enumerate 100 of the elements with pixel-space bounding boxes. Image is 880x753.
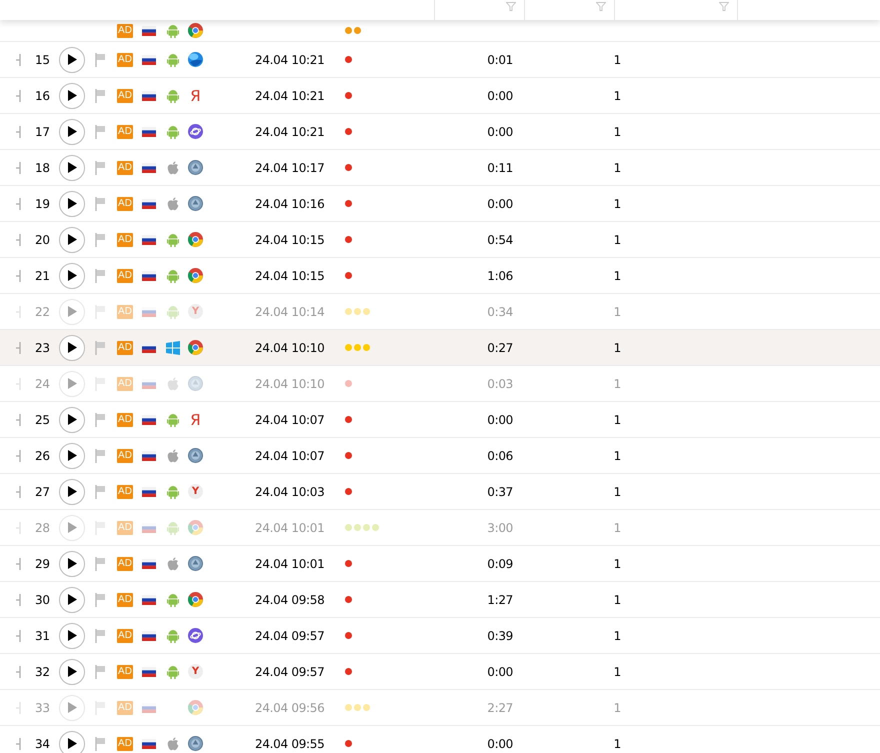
expand-icon[interactable] [16, 378, 22, 390]
row-number: 20 [35, 232, 50, 246]
expand-icon[interactable] [16, 234, 22, 246]
play-icon [67, 666, 77, 677]
flag-icon[interactable] [94, 232, 106, 246]
play-button[interactable] [59, 442, 85, 468]
play-button[interactable] [59, 478, 85, 504]
flag-icon[interactable] [94, 160, 106, 174]
play-button[interactable] [59, 46, 85, 72]
visit-time: 24.04 10:21 [255, 124, 324, 138]
flag-icon[interactable] [94, 376, 106, 390]
russia-flag-icon [142, 666, 156, 676]
flag-icon[interactable] [94, 52, 106, 66]
play-icon [67, 486, 77, 497]
play-button[interactable] [59, 226, 85, 252]
play-button[interactable] [59, 262, 85, 288]
page-count: 1 [614, 628, 621, 642]
flag-icon[interactable] [94, 448, 106, 462]
expand-icon[interactable] [16, 558, 22, 570]
flag-icon[interactable] [94, 88, 106, 102]
ad-badge: AD [117, 232, 133, 246]
play-button[interactable] [59, 550, 85, 576]
flag-icon[interactable] [94, 628, 106, 642]
globe-icon [188, 196, 203, 211]
ad-badge: AD [117, 24, 133, 38]
visit-time: 24.04 10:01 [255, 556, 324, 570]
expand-icon[interactable] [16, 414, 22, 426]
android-icon [166, 88, 178, 102]
flag-icon[interactable] [94, 520, 106, 534]
play-icon [67, 378, 77, 389]
ad-badge: AD [117, 196, 133, 210]
page-count: 1 [614, 52, 621, 66]
page-count: 1 [614, 268, 621, 282]
expand-icon[interactable] [16, 126, 22, 138]
planet-icon [188, 628, 203, 643]
expand-icon[interactable] [16, 630, 22, 642]
play-button[interactable] [59, 658, 85, 684]
globe-icon [188, 160, 203, 175]
play-icon [67, 198, 77, 209]
filter-icon[interactable] [506, 2, 516, 11]
expand-icon[interactable] [16, 270, 22, 282]
play-icon [67, 522, 77, 533]
flag-icon[interactable] [94, 412, 106, 426]
expand-icon[interactable] [16, 90, 22, 102]
play-button[interactable] [59, 622, 85, 648]
ad-badge: AD [117, 592, 133, 606]
expand-icon[interactable] [16, 450, 22, 462]
flag-icon[interactable] [94, 592, 106, 606]
play-button[interactable] [59, 82, 85, 108]
expand-icon[interactable] [16, 306, 22, 318]
duration: 0:27 [487, 340, 513, 354]
play-button[interactable] [59, 406, 85, 432]
flag-icon[interactable] [94, 268, 106, 282]
visit-time: 24.04 10:21 [255, 88, 324, 102]
play-button[interactable] [59, 334, 85, 360]
flag-icon[interactable] [94, 304, 106, 318]
play-button[interactable] [59, 730, 85, 753]
play-button[interactable] [59, 118, 85, 144]
ad-badge: AD [117, 124, 133, 138]
filter-icon[interactable] [596, 2, 606, 11]
expand-icon[interactable] [16, 342, 22, 354]
flag-icon[interactable] [94, 556, 106, 570]
expand-icon[interactable] [16, 486, 22, 498]
flag-icon[interactable] [94, 124, 106, 138]
flag-icon[interactable] [94, 664, 106, 678]
play-button[interactable] [59, 190, 85, 216]
flag-icon[interactable] [94, 736, 106, 750]
expand-icon[interactable] [16, 54, 22, 66]
play-button[interactable] [59, 586, 85, 612]
row-number: 15 [35, 52, 50, 66]
expand-icon[interactable] [16, 522, 22, 534]
apple-icon [166, 736, 178, 750]
play-icon [67, 90, 77, 101]
expand-icon[interactable] [16, 666, 22, 678]
play-icon [67, 306, 77, 317]
expand-icon[interactable] [16, 162, 22, 174]
page-count: 1 [614, 592, 621, 606]
duration: 0:06 [487, 448, 513, 462]
play-button[interactable] [59, 154, 85, 180]
filter-icon[interactable] [719, 2, 729, 11]
expand-icon[interactable] [16, 702, 22, 714]
russia-flag-icon [142, 486, 156, 496]
flag-icon[interactable] [94, 196, 106, 210]
flag-icon[interactable] [94, 340, 106, 354]
expand-icon[interactable] [16, 198, 22, 210]
play-icon [67, 162, 77, 173]
play-icon [67, 126, 77, 137]
play-icon [67, 558, 77, 569]
expand-icon[interactable] [16, 594, 22, 606]
android-icon [166, 628, 178, 642]
flag-icon[interactable] [94, 700, 106, 714]
expand-icon[interactable] [16, 738, 22, 750]
flag-icon[interactable] [94, 484, 106, 498]
russia-flag-icon [142, 594, 156, 604]
chrome-icon [188, 340, 203, 355]
row-number: 21 [35, 268, 50, 282]
play-icon [67, 270, 77, 281]
row-number: 30 [35, 592, 50, 606]
session-row[interactable]: 23 AD 24.04 10:10 0:27 1 [0, 330, 880, 366]
row-number: 16 [35, 88, 50, 102]
